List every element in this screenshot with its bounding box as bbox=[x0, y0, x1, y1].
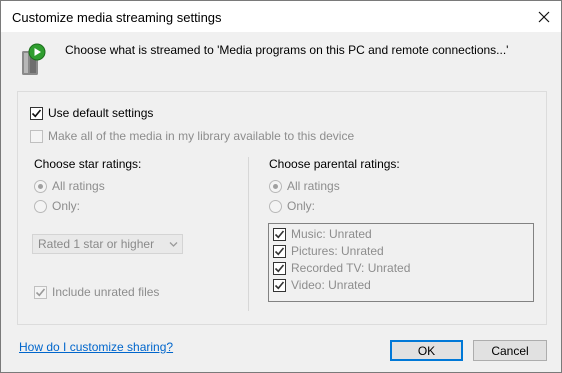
checkbox-box[interactable] bbox=[273, 227, 286, 241]
radio-dot bbox=[38, 183, 43, 189]
star-rating-select[interactable]: Rated 1 star or higher bbox=[32, 234, 183, 254]
check-icon bbox=[274, 229, 285, 238]
radio-dot bbox=[273, 183, 278, 189]
cancel-button[interactable]: Cancel bbox=[473, 340, 547, 361]
star-rating-select-value: Rated 1 star or higher bbox=[38, 237, 155, 251]
check-icon bbox=[274, 263, 285, 272]
check-icon bbox=[274, 280, 285, 289]
parental-item-label: Pictures: Unrated bbox=[291, 244, 384, 258]
parental-item-video[interactable]: Video: Unrated bbox=[273, 278, 371, 292]
use-default-settings-label: Use default settings bbox=[48, 106, 154, 120]
radio-circle[interactable] bbox=[269, 179, 282, 193]
parental-item-pictures[interactable]: Pictures: Unrated bbox=[273, 244, 384, 258]
check-icon bbox=[274, 246, 285, 255]
checkbox-box[interactable] bbox=[34, 285, 47, 299]
parental-all-ratings-label: All ratings bbox=[287, 179, 340, 193]
help-link[interactable]: How do I customize sharing? bbox=[19, 340, 173, 354]
checkbox-box[interactable] bbox=[273, 261, 286, 275]
window-title: Customize media streaming settings bbox=[12, 10, 222, 25]
include-unrated-label: Include unrated files bbox=[52, 285, 160, 299]
use-default-settings-checkbox[interactable]: Use default settings bbox=[30, 106, 153, 120]
parental-item-label: Music: Unrated bbox=[291, 227, 372, 241]
parental-only-label: Only: bbox=[287, 199, 316, 213]
title-bar[interactable]: Customize media streaming settings bbox=[1, 1, 561, 32]
star-only-radio[interactable]: Only: bbox=[34, 199, 80, 213]
column-divider bbox=[248, 157, 249, 311]
checkbox-box[interactable] bbox=[30, 129, 43, 143]
checkbox-box[interactable] bbox=[273, 244, 286, 258]
ok-button[interactable]: OK bbox=[390, 340, 463, 361]
close-button[interactable] bbox=[527, 1, 561, 32]
parental-item-recorded-tv[interactable]: Recorded TV: Unrated bbox=[273, 261, 410, 275]
make-all-media-checkbox[interactable]: Make all of the media in my library avai… bbox=[30, 129, 354, 143]
radio-circle[interactable] bbox=[269, 199, 282, 213]
parental-only-radio[interactable]: Only: bbox=[269, 199, 315, 213]
star-ratings-heading: Choose star ratings: bbox=[34, 157, 142, 171]
checkbox-box[interactable] bbox=[30, 106, 43, 120]
radio-circle[interactable] bbox=[34, 179, 47, 193]
parental-item-label: Video: Unrated bbox=[291, 278, 371, 292]
star-all-ratings-label: All ratings bbox=[52, 179, 105, 193]
parental-ratings-heading: Choose parental ratings: bbox=[269, 157, 400, 171]
header-description: Choose what is streamed to 'Media progra… bbox=[65, 43, 509, 57]
checkbox-box[interactable] bbox=[273, 278, 286, 292]
close-icon bbox=[538, 11, 550, 22]
parental-all-ratings-radio[interactable]: All ratings bbox=[269, 179, 340, 193]
dialog-window: Customize media streaming settings Choos… bbox=[0, 0, 562, 373]
star-all-ratings-radio[interactable]: All ratings bbox=[34, 179, 105, 193]
check-icon bbox=[35, 287, 46, 296]
make-all-media-label: Make all of the media in my library avai… bbox=[48, 129, 355, 143]
chevron-down-icon bbox=[169, 242, 178, 247]
parental-item-label: Recorded TV: Unrated bbox=[291, 261, 411, 275]
parental-item-music[interactable]: Music: Unrated bbox=[273, 227, 372, 241]
check-icon bbox=[31, 108, 42, 117]
include-unrated-checkbox[interactable]: Include unrated files bbox=[34, 285, 159, 299]
media-sharing-icon bbox=[22, 43, 46, 75]
radio-circle[interactable] bbox=[34, 199, 47, 213]
star-only-label: Only: bbox=[52, 199, 81, 213]
